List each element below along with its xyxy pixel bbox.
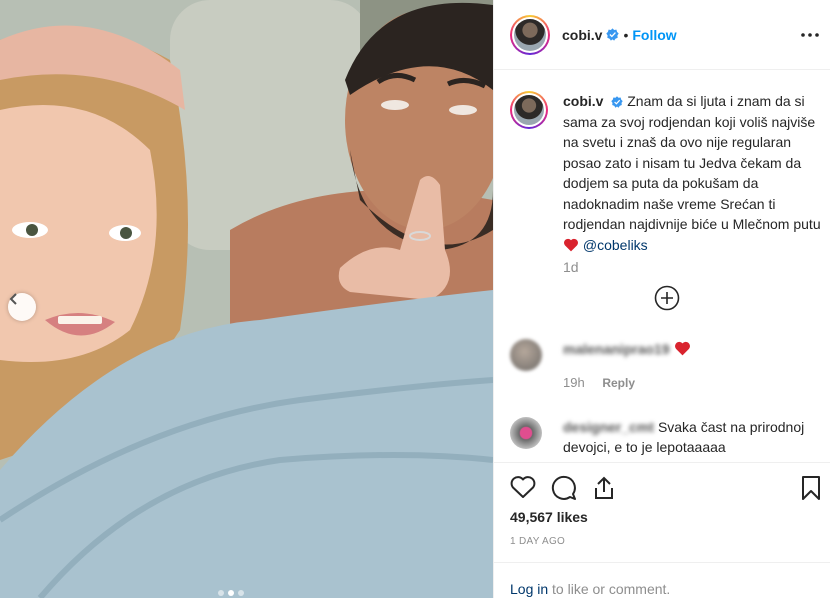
plus-circle-icon bbox=[654, 285, 680, 311]
commenter-avatar[interactable] bbox=[510, 417, 542, 449]
post-photo[interactable] bbox=[0, 0, 493, 598]
comment-item: designer_cmt Svaka čast na prirodnoj dev… bbox=[510, 417, 820, 457]
avatar-image bbox=[514, 18, 546, 51]
heart-outline-icon bbox=[510, 476, 536, 498]
caption-avatar[interactable] bbox=[510, 91, 548, 129]
reply-button[interactable]: Reply bbox=[602, 376, 635, 390]
more-horizontal-icon bbox=[801, 33, 819, 37]
avatar-image bbox=[514, 95, 544, 125]
comments-section[interactable]: cobi.v Znam da si ljuta i znam da si sam… bbox=[494, 71, 830, 461]
post-timestamp: 1 DAY AGO bbox=[510, 536, 566, 547]
like-button[interactable] bbox=[510, 475, 536, 501]
comment-body: malenaniprao19 19h Reply bbox=[563, 339, 820, 393]
save-button[interactable] bbox=[800, 475, 826, 501]
share-button[interactable] bbox=[592, 475, 618, 501]
follow-button[interactable]: Follow bbox=[632, 27, 676, 43]
login-prompt: Log in to like or comment. bbox=[510, 581, 670, 597]
verified-badge-icon bbox=[606, 28, 620, 41]
post-side-panel: cobi.v • Follow cobi.v Znam da si ljuta … bbox=[493, 0, 830, 598]
login-suffix: to like or comment. bbox=[552, 581, 671, 597]
red-heart-emoji-icon bbox=[674, 341, 691, 361]
author-username[interactable]: cobi.v bbox=[562, 27, 602, 43]
comment-button[interactable] bbox=[551, 475, 577, 501]
carousel-dot-active bbox=[228, 590, 234, 596]
comment-age: 19h bbox=[563, 375, 585, 390]
mention-link[interactable]: @cobeliks bbox=[583, 237, 648, 253]
commenter-username[interactable]: malenaniprao19 bbox=[563, 341, 670, 357]
previous-photo-button[interactable] bbox=[8, 293, 36, 321]
likes-count[interactable]: 49,567 likes bbox=[510, 509, 588, 525]
commenter-avatar[interactable] bbox=[510, 339, 542, 371]
comment-meta: 19h Reply bbox=[563, 373, 820, 393]
load-more-comments-button[interactable] bbox=[654, 285, 680, 311]
comment-bubble-icon bbox=[551, 475, 576, 500]
caption-username[interactable]: cobi.v bbox=[563, 93, 603, 109]
author-avatar[interactable] bbox=[510, 14, 550, 55]
comment-item: malenaniprao19 19h Reply bbox=[510, 339, 820, 393]
caption-text: cobi.v Znam da si ljuta i znam da si sam… bbox=[563, 91, 821, 257]
bookmark-icon bbox=[802, 476, 820, 500]
caption-body: Znam da si ljuta i znam da si sama za sv… bbox=[563, 93, 821, 232]
comment-body: designer_cmt Svaka čast na prirodnoj dev… bbox=[563, 417, 820, 457]
verified-badge-icon bbox=[611, 96, 624, 108]
photo-illustration bbox=[0, 0, 493, 598]
red-heart-emoji-icon bbox=[563, 237, 579, 258]
carousel-dot bbox=[218, 590, 224, 596]
action-bar bbox=[494, 462, 830, 500]
caption-age: 1d bbox=[563, 259, 579, 275]
login-footer: Log in to like or comment. bbox=[494, 562, 830, 598]
carousel-dots bbox=[218, 590, 244, 596]
more-options-button[interactable] bbox=[799, 24, 821, 46]
separator-dot: • bbox=[623, 26, 629, 43]
chevron-left-icon bbox=[9, 293, 17, 305]
carousel-dot bbox=[238, 590, 244, 596]
commenter-username[interactable]: designer_cmt bbox=[563, 419, 654, 435]
login-link[interactable]: Log in bbox=[510, 581, 548, 597]
post-header: cobi.v • Follow bbox=[494, 0, 830, 70]
share-upload-icon bbox=[595, 476, 613, 499]
caption: cobi.v Znam da si ljuta i znam da si sam… bbox=[510, 91, 821, 257]
